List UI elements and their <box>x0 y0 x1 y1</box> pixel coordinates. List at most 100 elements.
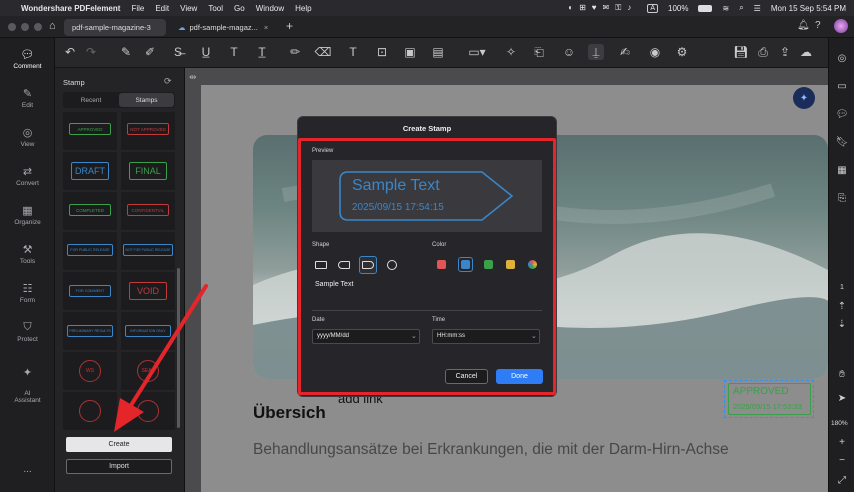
save-icon[interactable]: 💾︎ <box>733 44 749 60</box>
menu-edit[interactable]: Edit <box>155 4 169 13</box>
zoom-dot-icon[interactable] <box>34 23 42 31</box>
menu-window[interactable]: Window <box>256 4 284 13</box>
menu-go[interactable]: Go <box>234 4 245 13</box>
close-tab-icon[interactable]: × <box>264 23 268 32</box>
menu-view[interactable]: View <box>180 4 197 13</box>
shape-left-arrow-option[interactable] <box>338 261 350 269</box>
print-icon[interactable]: ⎙ <box>755 44 771 60</box>
shape-rectangle-option[interactable] <box>315 261 327 269</box>
pen-icon[interactable]: ✏ <box>287 44 303 60</box>
bell-icon[interactable]: 🔔︎ <box>797 20 810 31</box>
bookmark-icon[interactable]: 🔖︎ <box>836 136 849 148</box>
hide-annotations-icon[interactable]: ◉ <box>647 44 663 60</box>
panel-toggle-icon[interactable]: ⇹ <box>189 72 197 83</box>
annotation-settings-icon[interactable]: ⚙ <box>674 44 690 60</box>
sidebar-item-ai-assistant[interactable]: ✦ AI Assistant <box>0 360 55 405</box>
stamp-round-red-1[interactable] <box>79 400 101 422</box>
color-green-swatch[interactable] <box>484 260 493 269</box>
date-format-select[interactable]: yyyy/MM/dd ⌄ <box>312 329 420 344</box>
stamp-round-ws[interactable]: WS <box>79 360 101 382</box>
stamp-approved[interactable]: APPROVED <box>69 123 111 135</box>
color-picker-swatch[interactable] <box>528 260 537 269</box>
search-icon[interactable]: ⌕ <box>739 3 743 13</box>
color-yellow-swatch[interactable] <box>506 260 515 269</box>
attachment-icon[interactable]: ⎗ <box>531 44 547 60</box>
fit-page-icon[interactable]: ⤢ <box>836 474 848 486</box>
minimize-dot-icon[interactable] <box>21 23 29 31</box>
ai-chat-icon[interactable]: ◎ <box>836 52 848 64</box>
insert-text-icon[interactable]: T̲ <box>254 44 270 60</box>
input-source-icon[interactable]: A <box>647 3 659 13</box>
undo-icon[interactable]: ↶ <box>62 44 78 60</box>
page-down-icon[interactable]: ⇣ <box>836 318 848 330</box>
stamp-completed[interactable]: COMPLETED <box>69 204 111 216</box>
wifi-icon[interactable]: ≋ <box>722 4 729 13</box>
page-up-icon[interactable]: ⇡ <box>836 300 848 312</box>
hand-tool-icon[interactable]: ✋︎ <box>836 368 848 380</box>
zoom-out-icon[interactable]: − <box>836 454 848 466</box>
refresh-icon[interactable]: ⟳ <box>164 76 172 87</box>
page-number[interactable]: 1 <box>840 284 844 291</box>
avatar[interactable] <box>834 19 848 33</box>
stamp-draft[interactable]: DRAFT <box>71 162 109 180</box>
clock[interactable]: Mon 15 Sep 5:54 PM <box>771 4 846 13</box>
stamp-not-for-public-release[interactable]: NOT FOR PUBLIC RELEASE <box>123 244 173 256</box>
select-tool-icon[interactable]: ➤ <box>836 392 848 404</box>
new-tab-icon[interactable]: + <box>286 19 293 33</box>
tab-stamps[interactable]: Stamps <box>119 93 174 107</box>
area-highlight-icon[interactable]: ✐ <box>142 44 158 60</box>
pin-icon[interactable]: ✧ <box>503 44 519 60</box>
sidebar-more-button[interactable]: ... <box>0 464 55 475</box>
stamp-for-public-release[interactable]: FOR PUBLIC RELEASE <box>67 244 113 256</box>
menu-file[interactable]: File <box>131 4 144 13</box>
sidebar-item-edit[interactable]: ✎ Edit <box>0 87 55 109</box>
sidebar-item-form[interactable]: ☷ Form <box>0 282 55 304</box>
stamp-confidential[interactable]: CONFIDENTIAL <box>127 204 169 216</box>
stamp-text-input[interactable]: Sample Text <box>312 277 542 311</box>
sticker-icon[interactable]: ☺ <box>561 44 577 60</box>
stamp-not-approved[interactable]: NOT APPROVED <box>127 123 169 135</box>
thumbnails-icon[interactable]: ▦ <box>836 164 848 176</box>
sidebar-item-tools[interactable]: ⚒ Tools <box>0 243 55 265</box>
sidebar-item-view[interactable]: ◎ View <box>0 126 55 148</box>
highlight-icon[interactable]: ✎ <box>118 44 134 60</box>
strikethrough-icon[interactable]: S̶ <box>170 44 186 60</box>
text-icon[interactable]: T <box>345 44 361 60</box>
textbox-icon[interactable]: ⊡ <box>374 44 390 60</box>
panels-icon[interactable]: ▭ <box>836 80 848 92</box>
underline-icon[interactable]: U̲ <box>198 44 214 60</box>
sidebar-item-organize[interactable]: ▦ Organize <box>0 204 55 226</box>
menu-tool[interactable]: Tool <box>208 4 223 13</box>
stamp-final[interactable]: FINAL <box>129 162 167 180</box>
attachments-icon[interactable]: ⎘ <box>836 192 848 204</box>
time-format-select[interactable]: HH:mm:ss ⌄ <box>432 329 540 344</box>
upload-cloud-icon[interactable]: ☁ <box>798 44 814 60</box>
share-icon[interactable]: ⇪ <box>777 44 793 60</box>
signature-icon[interactable]: ✍ <box>617 44 633 60</box>
menu-help[interactable]: Help <box>295 4 311 13</box>
comments-icon[interactable]: 💬︎ <box>836 108 849 120</box>
stamp-icon[interactable]: ⍊ <box>588 44 604 60</box>
note-icon[interactable]: ▤ <box>430 44 446 60</box>
zoom-level[interactable]: 180% <box>831 420 848 427</box>
import-stamp-button[interactable]: Import <box>66 459 172 474</box>
eraser-icon[interactable]: ⌫ <box>315 44 332 60</box>
done-button[interactable]: Done <box>496 369 543 384</box>
app-name-menu[interactable]: Wondershare PDFelement <box>21 4 120 13</box>
tab-document-1[interactable]: pdf-sample-magazine-3 <box>64 19 166 36</box>
placed-approved-stamp[interactable]: APPROVED 2025/09/15 17:53:33 <box>724 380 814 418</box>
cancel-button[interactable]: Cancel <box>445 369 488 384</box>
squiggly-icon[interactable]: T <box>226 44 242 60</box>
color-red-swatch[interactable] <box>437 260 446 269</box>
zoom-in-icon[interactable]: + <box>836 436 848 448</box>
ai-floating-icon[interactable]: ✦ <box>793 87 815 109</box>
tab-document-2[interactable]: ☁ pdf-sample-magaz... × <box>170 19 278 36</box>
shape-right-arrow-option-selected[interactable] <box>359 256 377 274</box>
sidebar-item-comment[interactable]: 💬︎ Comment <box>0 48 55 70</box>
tab-recent[interactable]: Recent <box>63 92 119 108</box>
shape-circle-option[interactable] <box>387 260 397 270</box>
home-icon[interactable]: ⌂ <box>49 20 56 32</box>
callout-icon[interactable]: ▣ <box>402 44 418 60</box>
color-blue-swatch-selected[interactable] <box>458 257 473 272</box>
sidebar-item-convert[interactable]: ⇄ Convert <box>0 165 55 187</box>
